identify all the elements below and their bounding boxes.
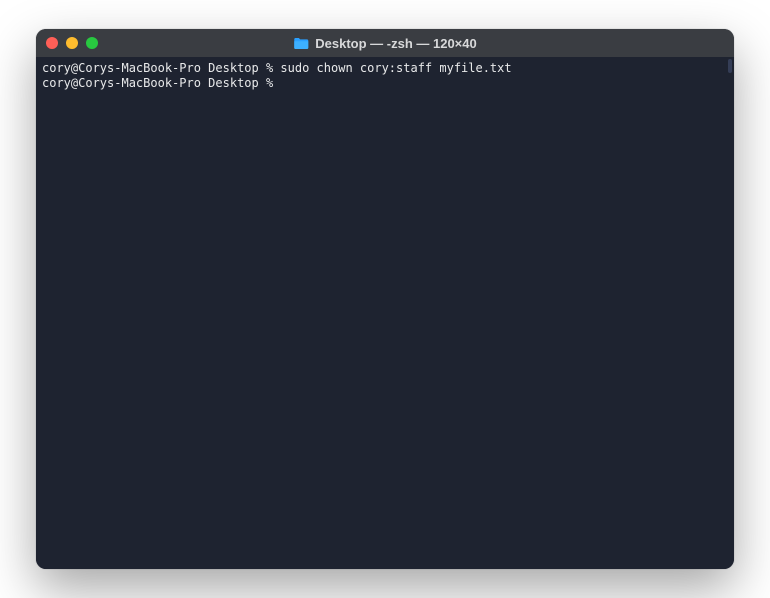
traffic-lights xyxy=(46,37,98,49)
terminal-line: cory@Corys-MacBook-Pro Desktop % sudo ch… xyxy=(42,61,728,76)
folder-icon xyxy=(293,37,309,50)
window-title: Desktop — -zsh — 120×40 xyxy=(315,36,476,51)
titlebar[interactable]: Desktop — -zsh — 120×40 xyxy=(36,29,734,57)
prompt: cory@Corys-MacBook-Pro Desktop % xyxy=(42,61,280,75)
maximize-button[interactable] xyxy=(86,37,98,49)
terminal-line: cory@Corys-MacBook-Pro Desktop % xyxy=(42,76,728,91)
minimize-button[interactable] xyxy=(66,37,78,49)
scrollbar-thumb[interactable] xyxy=(728,59,732,73)
prompt: cory@Corys-MacBook-Pro Desktop % xyxy=(42,76,280,90)
close-button[interactable] xyxy=(46,37,58,49)
window-title-group: Desktop — -zsh — 120×40 xyxy=(293,36,476,51)
terminal-body[interactable]: cory@Corys-MacBook-Pro Desktop % sudo ch… xyxy=(36,57,734,569)
command-text: sudo chown cory:staff myfile.txt xyxy=(280,61,511,75)
terminal-window: Desktop — -zsh — 120×40 cory@Corys-MacBo… xyxy=(36,29,734,569)
